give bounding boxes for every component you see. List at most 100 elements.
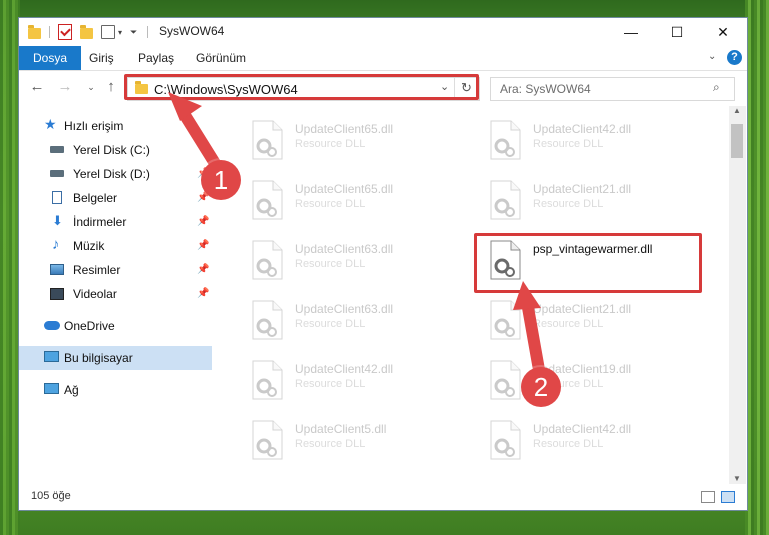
star-icon: ★ <box>44 116 57 132</box>
nav-pictures[interactable]: Resimler 📌 <box>19 258 212 282</box>
properties-icon[interactable] <box>58 24 72 40</box>
file-item[interactable]: UpdateClient21.dll Resource DLL <box>487 296 717 346</box>
large-icons-view-icon[interactable] <box>721 491 735 503</box>
dll-file-icon <box>252 240 283 280</box>
file-name: UpdateClient42.dll <box>295 362 394 376</box>
expand-ribbon-icon[interactable]: ⌄ <box>708 51 716 62</box>
nav-music[interactable]: ♪ Müzik 📌 <box>19 234 212 258</box>
status-bar: 105 öğe <box>19 486 747 510</box>
nav-local-disk-c[interactable]: Yerel Disk (C:) <box>19 138 212 162</box>
file-name: UpdateClient65.dll <box>295 122 394 136</box>
dll-file-icon <box>252 420 283 460</box>
file-name: UpdateClient63.dll <box>295 302 394 316</box>
scroll-up-icon[interactable]: ▲ <box>733 106 741 115</box>
nav-label: Ağ <box>64 383 79 397</box>
close-icon[interactable]: ✕ <box>700 18 746 46</box>
nav-label: Resimler <box>73 263 121 277</box>
view-options-icon[interactable] <box>101 25 115 39</box>
minimize-icon[interactable]: — <box>608 18 654 46</box>
nav-quick-access[interactable]: ★ Hızlı erişim <box>19 114 212 138</box>
network-icon <box>44 383 59 394</box>
drive-icon <box>50 170 64 177</box>
vertical-scrollbar[interactable]: ▲ ▼ <box>729 106 746 484</box>
folder-icon <box>28 24 41 39</box>
new-folder-icon[interactable] <box>80 24 93 39</box>
back-arrow-icon[interactable]: ← <box>27 77 47 97</box>
file-list: UpdateClient65.dll Resource DLL UpdateClie… <box>229 106 729 484</box>
file-item[interactable]: UpdateClient63.dll Resource DLL <box>249 236 479 286</box>
nav-local-disk-d[interactable]: Yerel Disk (D:) 📌 <box>19 162 212 186</box>
chevron-down-icon[interactable]: ▾ <box>118 28 122 37</box>
dll-file-icon <box>252 300 283 340</box>
computer-icon <box>44 351 59 362</box>
details-view-icon[interactable] <box>701 491 715 503</box>
file-name: UpdateClient5.dll <box>295 422 387 436</box>
dll-file-icon <box>252 360 283 400</box>
nav-label: İndirmeler <box>73 215 127 229</box>
dll-file-icon <box>252 180 283 220</box>
tab-view[interactable]: Görünüm <box>196 46 246 70</box>
forward-arrow-icon[interactable]: → <box>55 77 75 97</box>
cloud-icon <box>44 321 60 330</box>
file-name: UpdateClient42.dll <box>533 422 632 436</box>
nav-network[interactable]: Ağ <box>19 378 212 402</box>
file-item[interactable]: UpdateClient42.dll Resource DLL <box>487 416 717 466</box>
scroll-down-icon[interactable]: ▼ <box>733 474 741 483</box>
recent-locations-icon[interactable]: ⌄ <box>81 77 101 97</box>
pin-icon[interactable]: 📌 <box>197 282 209 306</box>
file-item[interactable]: UpdateClient21.dll Resource DLL <box>487 176 717 226</box>
file-item[interactable]: UpdateClient5.dll Resource DLL <box>249 416 479 466</box>
file-item[interactable]: UpdateClient65.dll Resource DLL <box>249 176 479 226</box>
nav-videos[interactable]: Videolar 📌 <box>19 282 212 306</box>
maximize-icon[interactable]: ☐ <box>654 18 700 46</box>
nav-this-pc[interactable]: Bu bilgisayar <box>19 346 212 370</box>
window-title: SysWOW64 <box>159 24 225 38</box>
pictures-icon <box>50 264 64 275</box>
file-item[interactable]: UpdateClient42.dll Resource DLL <box>249 356 479 406</box>
video-icon <box>50 288 64 300</box>
search-box[interactable]: Ara: SysWOW64 ⌕ <box>490 77 735 101</box>
pin-icon[interactable]: 📌 <box>197 234 209 258</box>
up-arrow-icon[interactable]: ↑ <box>101 77 121 97</box>
item-count: 105 öğe <box>31 490 71 502</box>
scrollbar-thumb[interactable] <box>731 124 743 158</box>
file-type: Resource DLL <box>533 138 604 150</box>
pin-icon[interactable]: 📌 <box>197 210 209 234</box>
file-type: Resource DLL <box>533 438 604 450</box>
file-type: Resource DLL <box>295 318 366 330</box>
nav-label: OneDrive <box>64 319 115 333</box>
address-bar-highlight <box>124 74 479 100</box>
dll-file-icon <box>490 120 521 160</box>
separator <box>49 26 50 38</box>
nav-label: Bu bilgisayar <box>64 351 133 365</box>
background-grass-right <box>745 0 769 535</box>
nav-onedrive[interactable]: OneDrive <box>19 314 212 338</box>
nav-documents[interactable]: Belgeler 📌 <box>19 186 212 210</box>
nav-label: Hızlı erişim <box>64 119 124 133</box>
help-icon[interactable]: ? <box>727 50 742 65</box>
tab-file[interactable]: Dosya <box>19 46 82 70</box>
file-item[interactable]: UpdateClient42.dll Resource DLL <box>487 116 717 166</box>
nav-downloads[interactable]: ⬇ İndirmeler 📌 <box>19 210 212 234</box>
dll-file-icon <box>490 360 521 400</box>
tab-share[interactable]: Paylaş <box>138 46 174 70</box>
title-bar: ▾ ⏷ SysWOW64 — ☐ ✕ <box>19 18 747 46</box>
step-badge-1: 1 <box>201 160 241 200</box>
file-item[interactable]: UpdateClient65.dll Resource DLL <box>249 116 479 166</box>
pin-icon[interactable]: 📌 <box>197 258 209 282</box>
nav-label: Videolar <box>73 287 117 301</box>
file-item[interactable]: UpdateClient63.dll Resource DLL <box>249 296 479 346</box>
search-placeholder: Ara: SysWOW64 <box>500 82 591 96</box>
nav-label: Yerel Disk (C:) <box>73 143 150 157</box>
file-name: UpdateClient42.dll <box>533 122 632 136</box>
file-name: UpdateClient21.dll <box>533 302 632 316</box>
file-name: UpdateClient65.dll <box>295 182 394 196</box>
tab-home[interactable]: Giriş <box>89 46 114 70</box>
customize-toolbar-icon[interactable]: ⏷ <box>130 27 137 38</box>
download-icon: ⬇ <box>52 213 63 228</box>
file-type: Resource DLL <box>295 378 366 390</box>
ribbon-tabs: Dosya Giriş Paylaş Görünüm ⌄ ? <box>19 46 747 71</box>
dll-file-icon <box>490 420 521 460</box>
file-type: Resource DLL <box>295 258 366 270</box>
step-badge-2: 2 <box>521 367 561 407</box>
